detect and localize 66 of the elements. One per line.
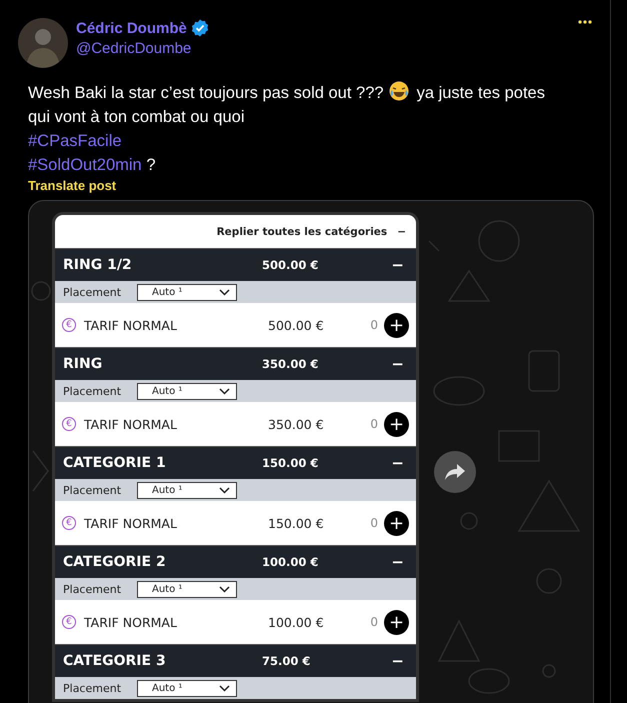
add-button[interactable]: + — [384, 610, 409, 634]
chevron-down-icon — [219, 684, 230, 692]
hashtag-link[interactable]: #SoldOut20min — [28, 156, 142, 174]
quantity: 0 — [370, 516, 378, 530]
placement-label: Placement — [63, 484, 122, 496]
collapse-toggle[interactable]: − — [391, 256, 408, 274]
add-button[interactable]: + — [384, 412, 409, 436]
collapse-toggle[interactable]: − — [391, 454, 408, 472]
category-name: CATEGORIE 2 — [63, 554, 167, 570]
post-text: qui vont à ton combat ou quoi — [28, 108, 244, 126]
currency-badge: € — [62, 615, 76, 629]
category-name: RING — [63, 356, 104, 372]
author-name[interactable]: Cédric Doumbè — [76, 20, 187, 36]
category-price: 500.00 € — [262, 258, 320, 272]
placement-dropdown[interactable]: Auto ¹ — [137, 482, 237, 498]
author-handle[interactable]: @CedricDoumbe — [76, 40, 209, 57]
chevron-down-icon — [219, 288, 230, 296]
category-name: CATEGORIE 3 — [63, 653, 167, 669]
post-text: ya juste tes potes — [416, 84, 545, 102]
post-text: ? — [146, 156, 156, 174]
currency-badge: € — [62, 516, 76, 530]
tariff-name: TARIF NORMAL — [84, 318, 178, 332]
tariff-price: 350.00 € — [268, 416, 325, 432]
chevron-down-icon — [219, 388, 230, 394]
placement-label: Placement — [63, 682, 122, 694]
collapse-toggle[interactable]: − — [391, 355, 408, 373]
share-arrow-icon — [444, 463, 466, 481]
tariff-name: TARIF NORMAL — [84, 614, 178, 630]
chevron-down-icon — [219, 586, 230, 592]
translate-link[interactable]: Translate post — [28, 178, 116, 194]
category-price: 150.00 € — [262, 456, 320, 470]
collapse-toggle[interactable]: − — [391, 652, 408, 670]
tariff-price: 500.00 € — [268, 318, 325, 332]
placement-label: Placement — [63, 384, 122, 398]
tariff-name: TARIF NORMAL — [84, 516, 178, 530]
placement-dropdown[interactable]: Auto ¹ — [137, 680, 237, 696]
category-price: 75.00 € — [262, 654, 312, 668]
share-button[interactable] — [434, 451, 476, 493]
currency-badge: € — [62, 318, 76, 332]
tariff-price: 100.00 € — [268, 614, 325, 630]
quantity: 0 — [370, 417, 378, 431]
placement-dropdown[interactable]: Auto ¹ — [137, 284, 237, 300]
collapse-all-link[interactable]: Replier toutes les catégories — [216, 226, 388, 238]
add-button[interactable]: + — [384, 312, 409, 338]
category-name: RING 1/2 — [63, 257, 133, 273]
hashtag-link[interactable]: #CPasFacile — [28, 132, 122, 150]
avatar[interactable] — [18, 18, 68, 68]
laughing-emoji-icon — [388, 81, 409, 101]
category-name: CATEGORIE 1 — [63, 455, 167, 471]
tariff-name: TARIF NORMAL — [84, 416, 178, 432]
placement-label: Placement — [63, 286, 122, 298]
quantity: 0 — [370, 318, 378, 332]
more-icon[interactable] — [578, 20, 592, 24]
add-button[interactable]: + — [384, 510, 409, 536]
collapse-all-toggle[interactable]: − — [397, 226, 406, 238]
placement-dropdown[interactable]: Auto ¹ — [137, 580, 237, 598]
post-text: Wesh Baki la star c’est toujours pas sold out ??? — [28, 84, 384, 102]
placement-label: Placement — [63, 582, 122, 596]
category-price: 350.00 € — [262, 357, 320, 371]
category-price: 100.00 € — [262, 555, 320, 569]
quantity: 0 — [370, 615, 378, 629]
placement-dropdown[interactable]: Auto ¹ — [137, 382, 237, 400]
chevron-down-icon — [219, 486, 230, 494]
currency-badge: € — [62, 417, 76, 431]
tariff-price: 150.00 € — [268, 516, 325, 530]
collapse-toggle[interactable]: − — [391, 553, 408, 571]
